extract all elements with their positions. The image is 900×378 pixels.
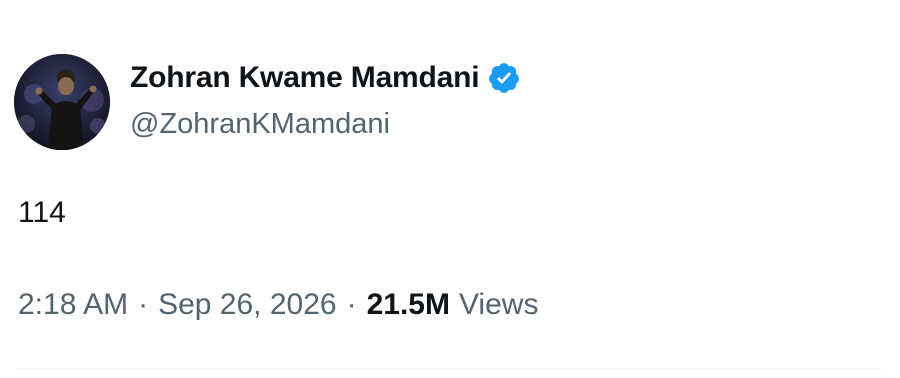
tweet: Zohran Kwame Mamdani @ZohranKMamdani 114… (0, 0, 900, 378)
avatar[interactable] (14, 54, 110, 150)
tweet-time[interactable]: 2:18 AM (18, 288, 128, 322)
views-count[interactable]: 21.5M (367, 288, 450, 322)
meta-separator: · (138, 288, 149, 321)
author-display-name[interactable]: Zohran Kwame Mamdani (130, 61, 480, 95)
tweet-text: 114 (18, 196, 66, 229)
meta-separator: · (346, 288, 357, 321)
author-handle[interactable]: @ZohranKMamdani (130, 108, 390, 141)
tweet-date[interactable]: Sep 26, 2026 (158, 288, 337, 322)
views-label[interactable]: Views (459, 288, 538, 322)
divider (18, 368, 882, 369)
tweet-meta: 2:18 AM · Sep 26, 2026 · 21.5M Views (18, 288, 538, 322)
verified-badge-icon[interactable] (487, 61, 521, 95)
author-name-row: Zohran Kwame Mamdani (130, 58, 521, 98)
avatar-image (14, 54, 110, 150)
